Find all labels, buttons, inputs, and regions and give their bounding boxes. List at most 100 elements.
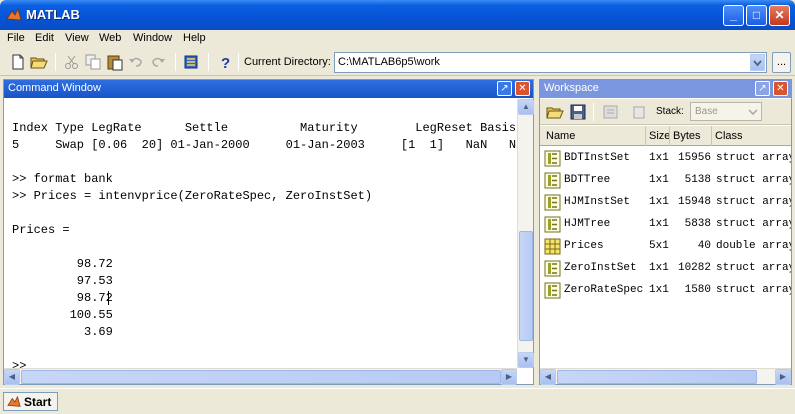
scroll-right-button[interactable]: ▶ — [501, 369, 517, 385]
chevron-down-icon — [753, 60, 762, 67]
delete-variable-icon[interactable] — [630, 103, 648, 121]
paste-icon[interactable] — [106, 53, 124, 71]
cell-bytes: 15948 — [677, 196, 711, 208]
console-line: 97.53 — [12, 274, 113, 288]
browse-directory-button[interactable]: ... — [772, 52, 791, 73]
maximize-button[interactable]: □ — [746, 5, 767, 26]
command-output[interactable]: Index Type LegRate Settle Maturity LegRe… — [4, 99, 517, 368]
console-line: Prices = — [12, 223, 70, 237]
cell-class: struct array — [716, 196, 791, 208]
column-header-bytes[interactable]: Bytes — [670, 126, 712, 146]
stack-select[interactable]: Base — [690, 102, 762, 121]
workspace-header: Workspace ↗ ✕ — [540, 80, 791, 98]
cell-name: ZeroInstSet — [564, 262, 637, 274]
command-window-header: Command Window ↗ ✕ — [4, 80, 533, 98]
struct-icon — [544, 150, 561, 167]
table-row[interactable]: ZeroInstSet 1x1 10282 struct array — [540, 258, 791, 280]
cell-size: 1x1 — [649, 218, 669, 230]
start-button-label: Start — [24, 395, 52, 409]
cell-name: ZeroRateSpec — [564, 284, 644, 296]
command-prompt: >> — [12, 359, 27, 368]
undo-icon[interactable] — [127, 53, 145, 71]
close-icon: ✕ — [774, 8, 785, 22]
scroll-thumb[interactable] — [519, 231, 533, 341]
cell-name: BDTTree — [564, 174, 611, 186]
start-button[interactable]: Start — [3, 392, 58, 411]
new-file-icon[interactable] — [9, 53, 27, 71]
open-folder-icon[interactable] — [30, 53, 48, 71]
undock-arrow-icon: ↗ — [500, 83, 509, 94]
workspace-table: Name Size Bytes Class BDTInstSet 1x1 15956… — [540, 126, 791, 368]
cell-name: HJMTree — [564, 218, 611, 230]
copy-icon[interactable] — [84, 53, 102, 71]
table-row[interactable]: BDTTree 1x1 5138 struct array — [540, 170, 791, 192]
column-header-class[interactable]: Class — [712, 126, 791, 146]
redo-icon[interactable] — [149, 53, 167, 71]
double-array-icon — [544, 238, 561, 255]
menu-window[interactable]: Window — [133, 32, 172, 44]
scroll-left-button[interactable]: ◀ — [4, 369, 20, 385]
menu-edit[interactable]: Edit — [35, 32, 54, 44]
stack-select-value: Base — [695, 106, 718, 117]
table-header: Name Size Bytes Class — [540, 126, 791, 146]
current-directory-dropdown[interactable] — [750, 54, 765, 71]
save-icon[interactable] — [569, 103, 587, 121]
scroll-thumb[interactable] — [557, 370, 757, 384]
cell-class: struct array — [716, 218, 791, 230]
cell-name: HJMInstSet — [564, 196, 631, 208]
undock-button[interactable]: ↗ — [755, 81, 770, 96]
cell-bytes: 1580 — [684, 284, 711, 296]
table-row[interactable]: HJMTree 1x1 5838 struct array — [540, 214, 791, 236]
undock-button[interactable]: ↗ — [497, 81, 512, 96]
minimize-button[interactable]: _ — [723, 5, 744, 26]
toolbar-separator — [55, 53, 56, 71]
console-line: 5 Swap [0.06 20] 01-Jan-2000 01-Jan-2003… — [12, 138, 517, 152]
cell-size: 1x1 — [649, 174, 669, 186]
current-directory-field[interactable]: C:\MATLAB6p5\work — [334, 52, 767, 73]
console-line: 3.69 — [12, 325, 113, 339]
scroll-down-button[interactable]: ▼ — [518, 352, 534, 368]
scroll-thumb[interactable] — [21, 370, 501, 384]
simulink-icon[interactable] — [182, 53, 200, 71]
table-row[interactable]: BDTInstSet 1x1 15956 struct array — [540, 148, 791, 170]
struct-icon — [544, 282, 561, 299]
workspace-close-button[interactable]: ✕ — [773, 81, 788, 96]
table-row[interactable]: ZeroRateSpec 1x1 1580 struct array — [540, 280, 791, 302]
title-bar: MATLAB _ □ ✕ — [0, 0, 795, 30]
table-row[interactable]: HJMInstSet 1x1 15948 struct array — [540, 192, 791, 214]
menu-web[interactable]: Web — [99, 32, 121, 44]
menu-file[interactable]: File — [7, 32, 25, 44]
workspace-horizontal-scrollbar[interactable]: ◀ ▶ — [540, 368, 791, 385]
menu-view[interactable]: View — [65, 32, 89, 44]
open-folder-icon[interactable] — [546, 103, 564, 121]
cell-name: BDTInstSet — [564, 152, 631, 164]
text-cursor — [108, 291, 109, 305]
cell-class: double array — [716, 240, 791, 252]
minimize-icon: _ — [730, 8, 737, 22]
toolbar-separator — [238, 53, 239, 71]
menu-help[interactable]: Help — [183, 32, 206, 44]
struct-icon — [544, 216, 561, 233]
scroll-right-button[interactable]: ▶ — [775, 369, 791, 385]
open-variable-icon[interactable] — [602, 103, 620, 121]
scroll-up-button[interactable]: ▲ — [518, 99, 534, 115]
column-header-name[interactable]: Name — [540, 126, 646, 146]
cell-size: 1x1 — [649, 284, 669, 296]
command-vertical-scrollbar[interactable]: ▲ ▼ — [517, 99, 534, 368]
struct-icon — [544, 172, 561, 189]
help-icon[interactable]: ? — [216, 53, 234, 71]
table-row[interactable]: Prices 5x1 40 double array — [540, 236, 791, 258]
close-icon: ✕ — [776, 83, 785, 94]
column-header-size[interactable]: Size — [646, 126, 670, 146]
scroll-left-button[interactable]: ◀ — [540, 369, 556, 385]
close-button[interactable]: ✕ — [769, 5, 790, 26]
struct-icon — [544, 260, 561, 277]
cut-icon[interactable] — [63, 53, 81, 71]
matlab-logo-icon — [6, 7, 22, 21]
cell-class: struct array — [716, 262, 791, 274]
command-horizontal-scrollbar[interactable]: ◀ ▶ — [4, 368, 517, 385]
toolbar-separator — [175, 53, 176, 71]
cell-class: struct array — [716, 152, 791, 164]
command-window-close-button[interactable]: ✕ — [515, 81, 530, 96]
workspace-title: Workspace — [544, 82, 599, 94]
